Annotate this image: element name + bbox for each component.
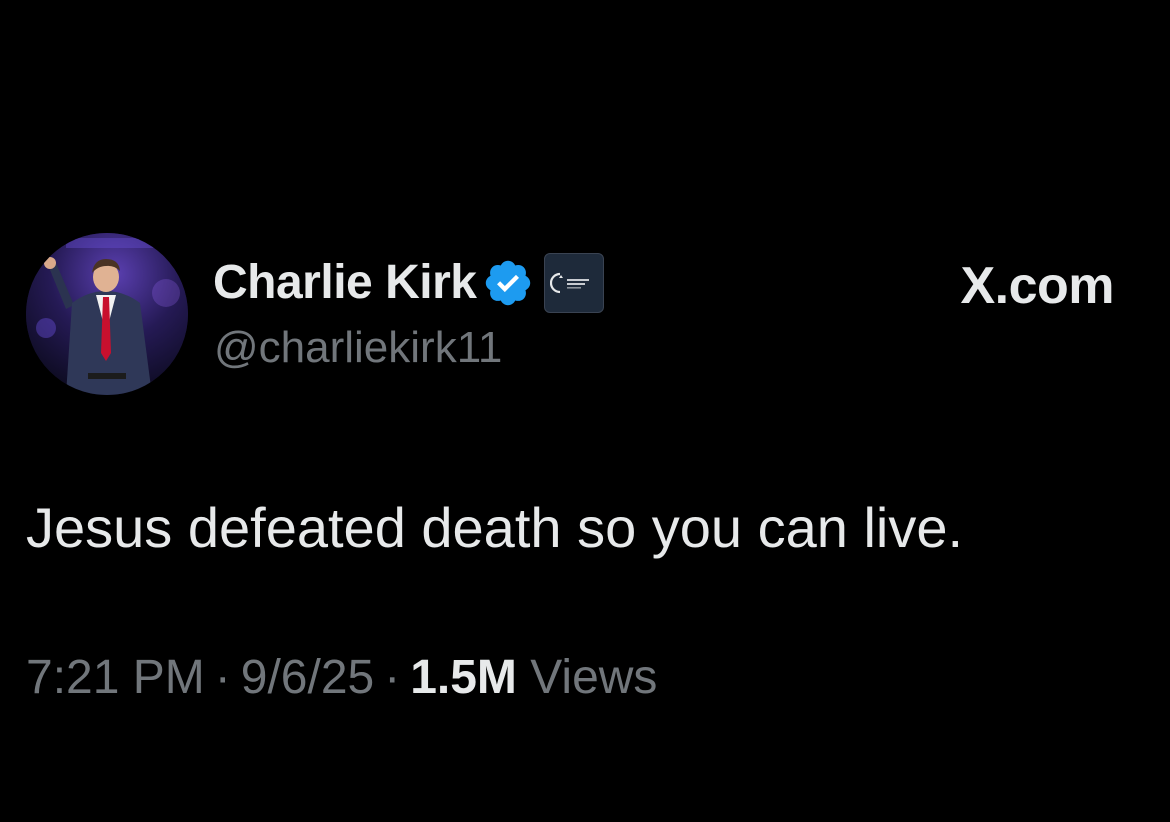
verified-badge-icon[interactable]: [482, 257, 534, 309]
display-name[interactable]: Charlie Kirk: [213, 259, 477, 307]
tweet-card: Charlie Kirk @charliekirk11 X.com Jesus …: [0, 0, 1170, 822]
avatar[interactable]: [26, 233, 188, 395]
tweet-date[interactable]: 9/6/25: [241, 651, 374, 704]
meta-separator: ·: [214, 651, 231, 704]
tweet-meta: 7:21 PM · 9/6/25 · 1.5M Views: [26, 654, 657, 702]
meta-separator: ·: [384, 651, 401, 704]
author-handle[interactable]: @charliekirk11: [214, 326, 502, 370]
views-label: Views: [530, 651, 658, 704]
avatar-photo: [26, 233, 188, 395]
author-name-row: Charlie Kirk: [213, 252, 605, 314]
affiliate-badge-icon[interactable]: [544, 253, 605, 313]
tweet-time[interactable]: 7:21 PM: [26, 651, 205, 704]
views-count[interactable]: 1.5M: [410, 651, 517, 704]
site-label: X.com: [960, 257, 1114, 315]
tweet-text: Jesus defeated death so you can live.: [26, 496, 964, 559]
